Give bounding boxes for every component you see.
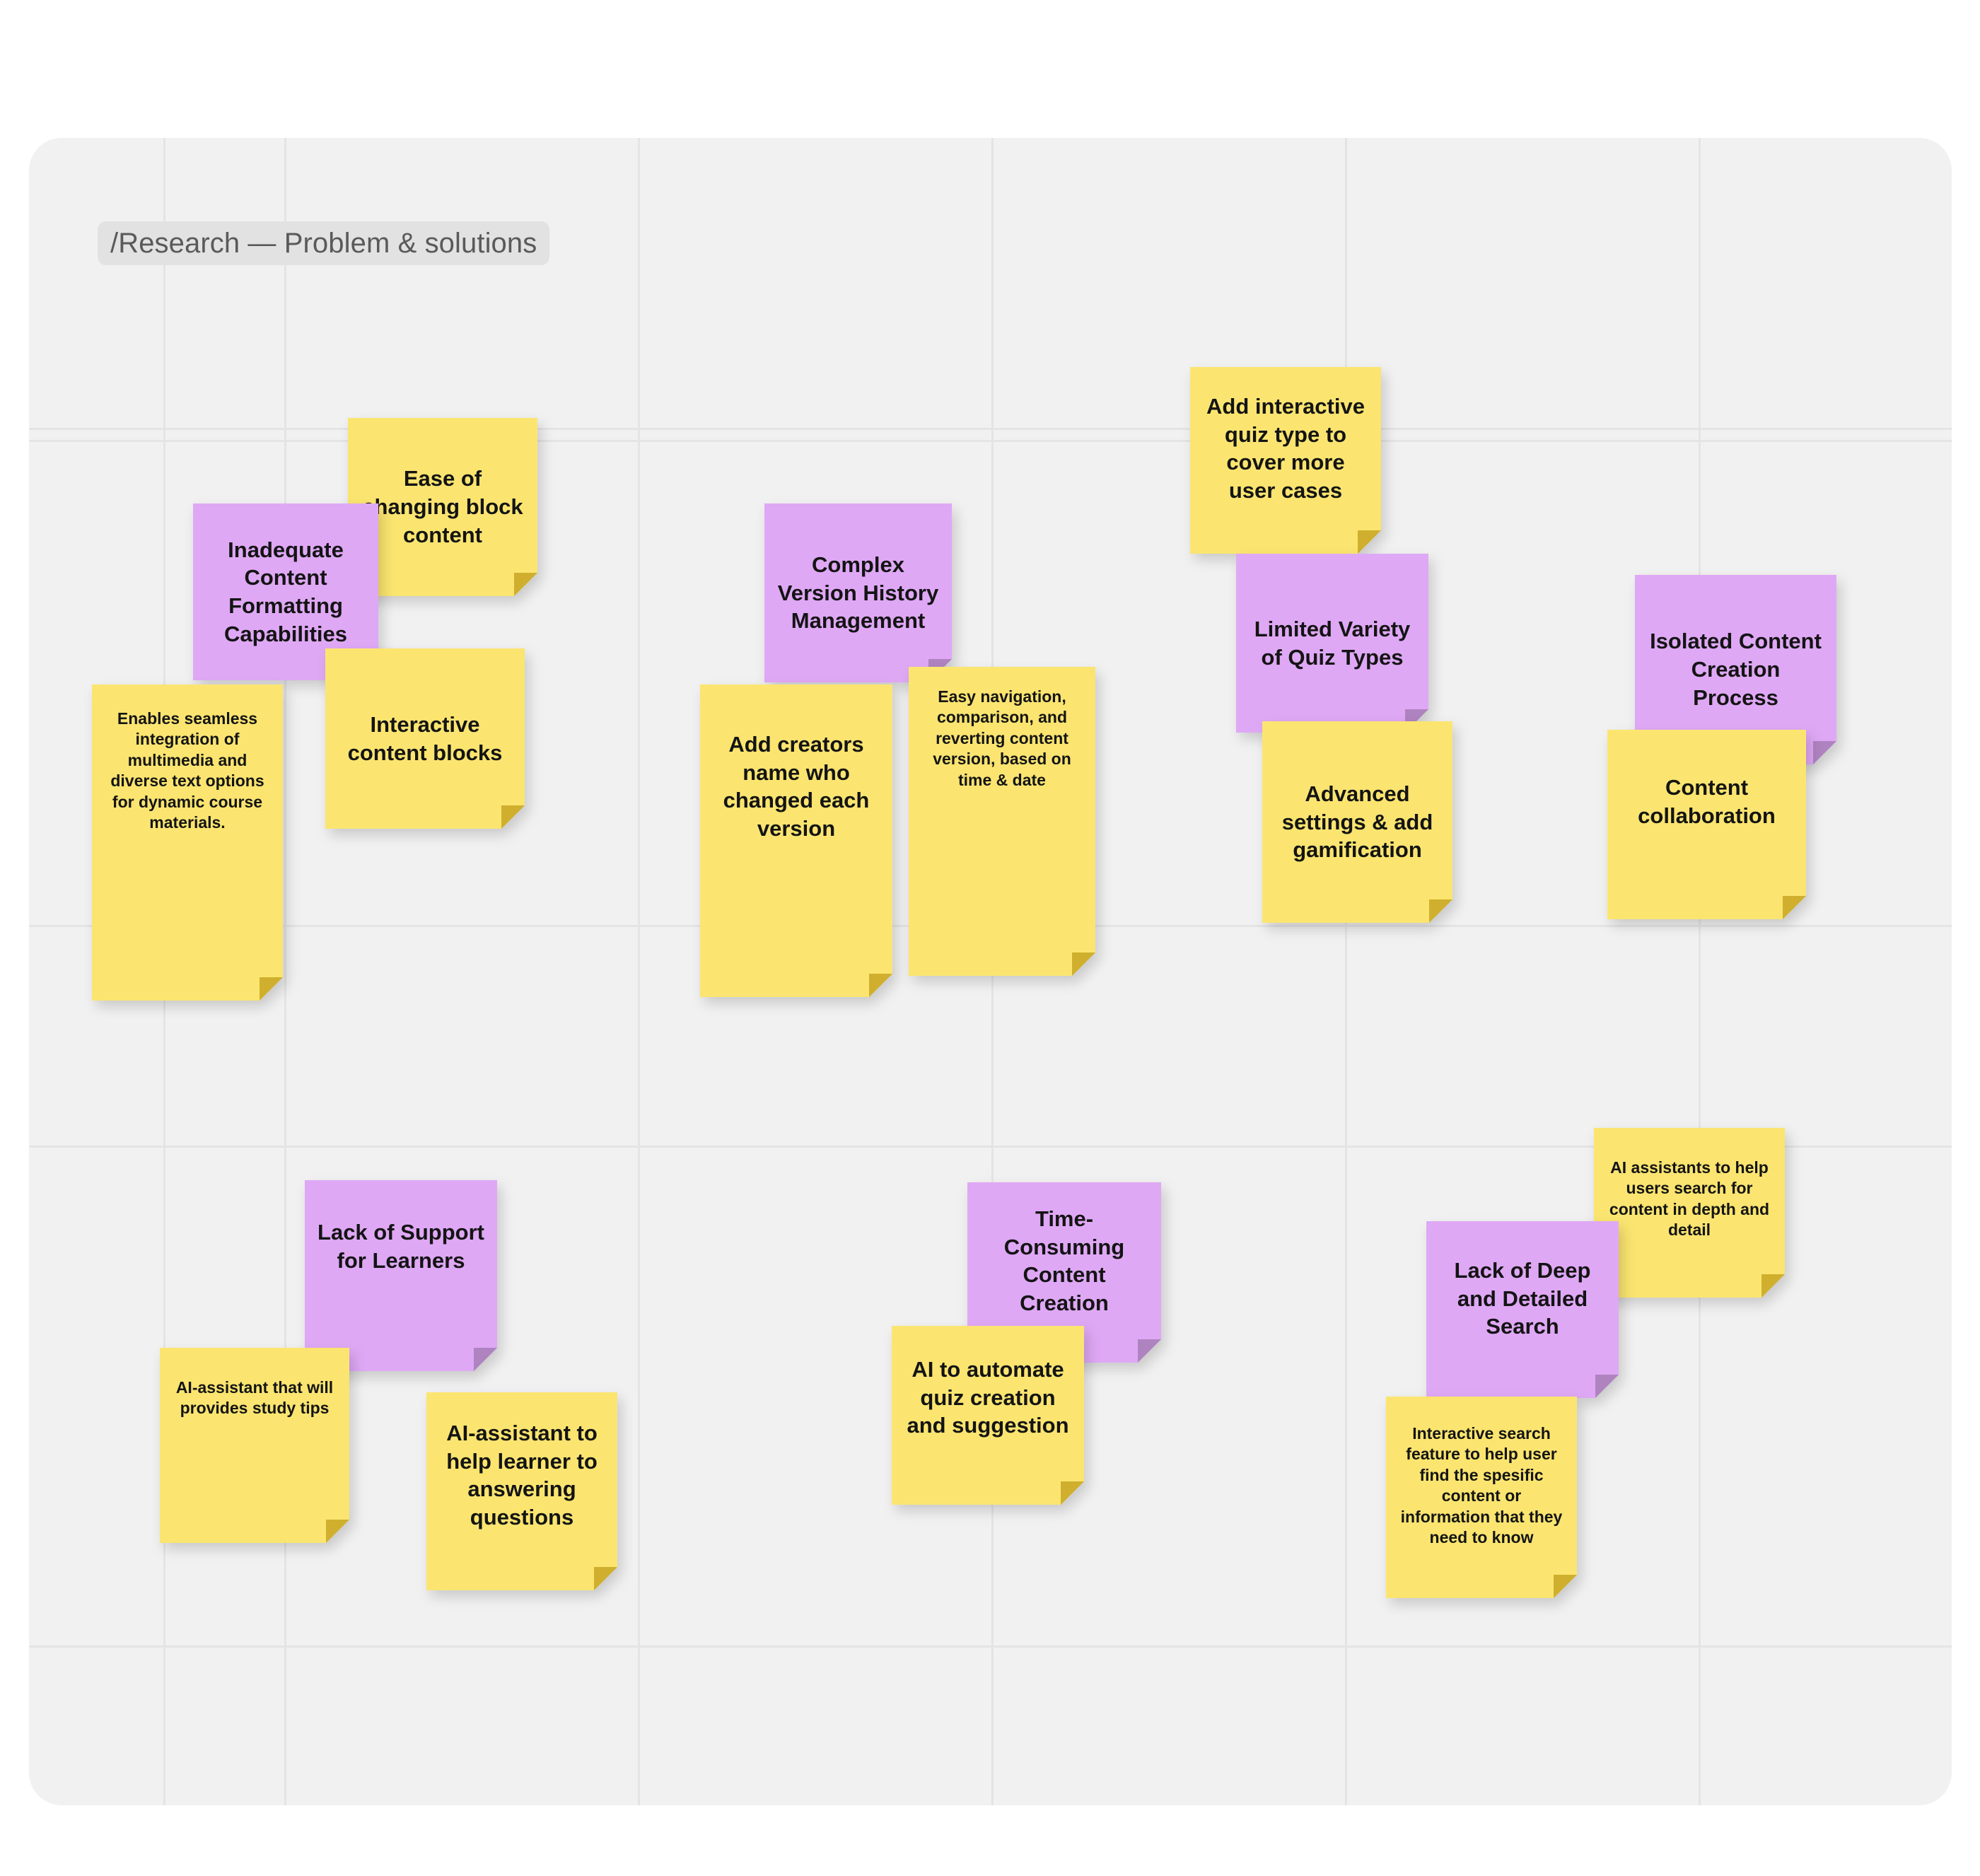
sticky-note-solution[interactable]: Enables seamless integration of multimed…: [92, 684, 283, 1001]
sticky-note-solution[interactable]: Interactive content blocks: [325, 648, 525, 829]
note-fold-corner: [1813, 741, 1836, 764]
sticky-note-solution[interactable]: Advanced settings & add gamification: [1262, 721, 1452, 923]
note-text: Lack of Deep and Detailed Search: [1454, 1258, 1591, 1339]
note-text: Lack of Support for Learners: [318, 1220, 484, 1273]
note-text: Content collaboration: [1638, 775, 1776, 828]
sticky-note-problem[interactable]: Lack of Deep and Detailed Search: [1426, 1221, 1619, 1398]
note-text: Add interactive quiz type to cover more …: [1206, 394, 1365, 503]
grid-line-vertical: [638, 138, 640, 1805]
note-text: Inadequate Content Formatting Capabiliti…: [224, 537, 347, 646]
frame-title-chip[interactable]: /Research — Problem & solutions: [98, 221, 550, 265]
note-fold-corner: [594, 1567, 617, 1590]
sticky-note-solution[interactable]: AI to automate quiz creation and suggest…: [892, 1326, 1084, 1505]
note-fold-corner: [514, 573, 537, 596]
sticky-note-solution[interactable]: Add interactive quiz type to cover more …: [1190, 367, 1381, 554]
note-fold-corner: [1138, 1339, 1161, 1363]
note-text: Interactive search feature to help user …: [1400, 1424, 1563, 1547]
note-fold-corner: [1595, 1375, 1619, 1398]
note-fold-corner: [1072, 952, 1095, 976]
whiteboard-canvas[interactable]: /Research — Problem & solutions Ease of …: [29, 138, 1952, 1805]
note-text: AI assistants to help users search for c…: [1609, 1158, 1770, 1240]
note-fold-corner: [1783, 896, 1806, 919]
note-text: Enables seamless integration of multimed…: [110, 709, 264, 832]
sticky-note-solution[interactable]: AI-assistant that will provides study ti…: [160, 1348, 349, 1543]
note-text: Limited Variety of Quiz Types: [1254, 616, 1411, 670]
grid-line-horizontal: [29, 1645, 1952, 1648]
note-text: AI-assistant to help learner to answerin…: [446, 1421, 598, 1530]
note-fold-corner: [1061, 1481, 1084, 1505]
note-text: AI to automate quiz creation and suggest…: [907, 1357, 1069, 1438]
note-fold-corner: [1358, 530, 1381, 554]
grid-line-horizontal: [29, 440, 1952, 442]
sticky-note-solution[interactable]: AI assistants to help users search for c…: [1594, 1128, 1785, 1298]
note-fold-corner: [1761, 1274, 1785, 1298]
note-fold-corner: [260, 977, 283, 1001]
note-text: Complex Version History Management: [777, 552, 939, 634]
grid-line-vertical: [1699, 138, 1701, 1805]
sticky-note-solution[interactable]: Interactive search feature to help user …: [1386, 1397, 1577, 1598]
sticky-note-problem[interactable]: Complex Version History Management: [764, 503, 952, 682]
note-text: Add creators name who changed each versi…: [723, 732, 870, 841]
note-fold-corner: [474, 1348, 497, 1371]
sticky-note-solution[interactable]: Add creators name who changed each versi…: [700, 684, 892, 997]
note-text: Isolated Content Creation Process: [1650, 629, 1822, 710]
grid-line-horizontal: [29, 428, 1952, 430]
sticky-note-solution[interactable]: Content collaboration: [1607, 730, 1806, 919]
sticky-note-solution[interactable]: Easy navigation, comparison, and reverti…: [909, 667, 1095, 976]
sticky-note-solution[interactable]: AI-assistant to help learner to answerin…: [426, 1392, 617, 1590]
note-fold-corner: [1554, 1575, 1577, 1598]
grid-line-vertical: [284, 138, 286, 1805]
sticky-note-problem[interactable]: Limited Variety of Quiz Types: [1236, 554, 1428, 733]
note-text: Interactive content blocks: [347, 711, 503, 765]
note-text: Time-Consuming Content Creation: [1003, 1206, 1125, 1316]
sticky-note-problem[interactable]: Lack of Support for Learners: [305, 1180, 497, 1371]
note-fold-corner: [1429, 899, 1452, 923]
note-text: AI-assistant that will provides study ti…: [175, 1378, 334, 1418]
note-fold-corner: [869, 974, 892, 997]
note-fold-corner: [501, 805, 525, 829]
note-fold-corner: [326, 1520, 349, 1543]
note-text: Easy navigation, comparison, and reverti…: [933, 687, 1071, 789]
note-text: Advanced settings & add gamification: [1281, 781, 1433, 863]
